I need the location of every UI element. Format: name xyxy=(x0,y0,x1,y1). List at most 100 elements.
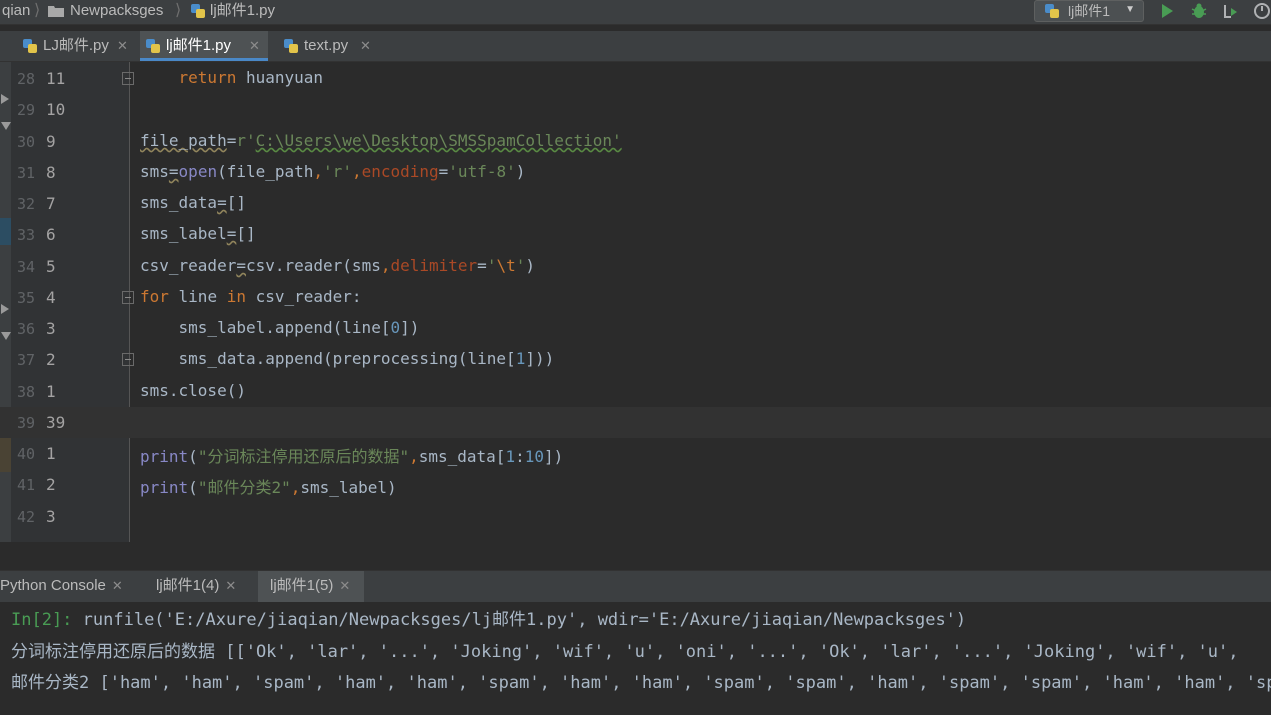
chevron-down-icon: ▼ xyxy=(1125,4,1135,15)
code-line: 32 7 sms_data=[] xyxy=(0,188,1271,219)
console-prompt: In[2]: xyxy=(11,610,73,630)
line-number: 33 xyxy=(17,226,36,244)
code-line: 30 9 file_path=r'C:\Users\we\Desktop\SMS… xyxy=(0,126,1271,157)
code-text: sms_label=[] xyxy=(140,224,256,243)
code-line: 34 5 csv_reader=csv.reader(sms,delimiter… xyxy=(0,251,1271,282)
code-line: 29 10 xyxy=(0,94,1271,125)
code-line: 31 8 sms=open(file_path,'r',encoding='ut… xyxy=(0,157,1271,188)
breadcrumb-separator: ⟩ xyxy=(175,2,182,19)
relative-line-number: 9 xyxy=(46,132,56,151)
relative-line-number: 3 xyxy=(46,319,56,338)
line-number: 34 xyxy=(17,258,36,276)
console-output[interactable]: In[2]: runfile('E:/Axure/jiaqian/Newpack… xyxy=(0,602,1271,715)
tab-label: text.py xyxy=(304,37,349,54)
line-number: 29 xyxy=(17,101,36,119)
code-text: sms.close() xyxy=(140,381,246,400)
python-icon xyxy=(1045,4,1059,18)
console-output-line: 分词标注停用还原后的数据 [['Ok', 'lar', '...', 'Joki… xyxy=(11,642,1239,662)
code-text: sms_data=[] xyxy=(140,193,246,212)
code-line: 33 6 sms_label=[] xyxy=(0,219,1271,250)
line-number: 42 xyxy=(17,508,36,526)
fold-marker-icon[interactable] xyxy=(122,72,134,85)
code-text: for line in csv_reader: xyxy=(140,287,362,306)
navigation-bar: qian ⟩ Newpacksges ⟩ lj邮件1.py lj邮件1 ▼ xyxy=(0,0,1271,25)
relative-line-number: 8 xyxy=(46,163,56,182)
tab-lj-mail1[interactable]: lj邮件1.py ✕ xyxy=(140,31,268,61)
breadcrumb-folder[interactable]: Newpacksges xyxy=(70,0,163,24)
console-command-line: In[2]: runfile('E:/Axure/jiaqian/Newpack… xyxy=(11,607,966,633)
code-line: 28 11 return huanyuan xyxy=(0,63,1271,94)
line-number: 39 xyxy=(17,414,36,432)
tab-text[interactable]: text.py ✕ xyxy=(278,31,378,60)
line-number: 32 xyxy=(17,195,36,213)
relative-line-number: 2 xyxy=(46,475,56,494)
fold-marker-icon[interactable] xyxy=(122,353,134,366)
relative-line-number: 6 xyxy=(46,225,56,244)
tab-label: Python Console xyxy=(0,577,106,594)
code-text: sms=open(file_path,'r',encoding='utf-8') xyxy=(140,162,526,181)
breadcrumb-separator: ⟩ xyxy=(34,2,41,19)
folder-icon xyxy=(48,6,64,17)
close-icon[interactable]: ✕ xyxy=(360,31,371,60)
python-file-icon xyxy=(146,39,160,53)
close-icon[interactable]: ✕ xyxy=(225,578,236,593)
console-command: runfile('E:/Axure/jiaqian/Newpacksges/lj… xyxy=(72,610,967,630)
line-number: 31 xyxy=(17,164,36,182)
code-text: sms_data.append(preprocessing(line[1])) xyxy=(140,349,555,368)
relative-line-number: 10 xyxy=(46,100,66,119)
close-icon[interactable]: ✕ xyxy=(339,578,350,593)
tab-python-console[interactable]: Python Console ✕ xyxy=(0,571,131,602)
code-text: csv_reader=csv.reader(sms,delimiter='\t'… xyxy=(140,256,535,275)
editor-tab-bar: LJ邮件.py ✕ lj邮件1.py ✕ text.py ✕ xyxy=(0,31,1271,62)
code-line-current: 39 39 xyxy=(0,407,1271,438)
relative-line-number: 1 xyxy=(46,382,56,401)
relative-line-number: 2 xyxy=(46,350,56,369)
code-line: 37 2 sms_data.append(preprocessing(line[… xyxy=(0,344,1271,375)
tab-label: lj邮件1(5) xyxy=(270,577,334,594)
code-line: 41 2 print("邮件分类2",sms_label) xyxy=(0,469,1271,500)
relative-line-number: 39 xyxy=(46,413,66,432)
line-number: 30 xyxy=(17,133,36,151)
code-text: print("邮件分类2",sms_label) xyxy=(140,478,397,497)
line-number: 35 xyxy=(17,289,36,307)
relative-line-number: 5 xyxy=(46,257,56,276)
coverage-icon[interactable] xyxy=(1222,2,1240,20)
relative-line-number: 7 xyxy=(46,194,56,213)
tab-label: lj邮件1(4) xyxy=(156,577,220,594)
fold-marker-icon[interactable] xyxy=(122,291,134,304)
code-line: 35 4 for line in csv_reader: xyxy=(0,282,1271,313)
code-line: 40 1 print("分词标注停用还原后的数据",sms_data[1:10]… xyxy=(0,438,1271,469)
line-number: 38 xyxy=(17,383,36,401)
relative-line-number: 11 xyxy=(46,69,66,88)
python-file-icon xyxy=(191,4,205,18)
line-number: 37 xyxy=(17,351,36,369)
tab-label: lj邮件1.py xyxy=(166,37,232,54)
code-text: return huanyuan xyxy=(178,68,324,87)
code-text: file_path=r'C:\Users\we\Desktop\SMSSpamC… xyxy=(140,131,622,150)
breadcrumb-file[interactable]: lj邮件1.py xyxy=(210,0,275,24)
line-number: 40 xyxy=(17,445,36,463)
relative-line-number: 3 xyxy=(46,507,56,526)
relative-line-number: 4 xyxy=(46,288,56,307)
tab-label: LJ邮件.py xyxy=(43,37,109,54)
breadcrumb-project[interactable]: qian xyxy=(2,0,30,24)
profile-icon[interactable] xyxy=(1253,2,1271,20)
console-output-line: 邮件分类2 ['ham', 'ham', 'spam', 'ham', 'ham… xyxy=(11,673,1271,693)
console-tab-bar: Python Console ✕ lj邮件1(4) ✕ lj邮件1(5) ✕ xyxy=(0,570,1271,603)
tab-run-5[interactable]: lj邮件1(5) ✕ xyxy=(258,571,365,602)
debug-icon[interactable] xyxy=(1190,2,1208,20)
run-configuration-label: lj邮件1 xyxy=(1068,3,1111,19)
run-icon[interactable] xyxy=(1158,2,1176,20)
tab-lj-mail[interactable]: LJ邮件.py ✕ xyxy=(17,31,135,60)
python-file-icon xyxy=(284,39,298,53)
line-number: 36 xyxy=(17,320,36,338)
close-icon[interactable]: ✕ xyxy=(249,31,260,60)
line-number: 28 xyxy=(17,70,36,88)
code-line: 42 3 xyxy=(0,501,1271,532)
code-text: sms_label.append(line[0]) xyxy=(140,318,420,337)
close-icon[interactable]: ✕ xyxy=(117,31,128,60)
run-configuration-select[interactable]: lj邮件1 ▼ xyxy=(1034,0,1144,22)
python-file-icon xyxy=(23,39,37,53)
tab-run-4[interactable]: lj邮件1(4) ✕ xyxy=(156,571,244,602)
close-icon[interactable]: ✕ xyxy=(112,578,123,593)
